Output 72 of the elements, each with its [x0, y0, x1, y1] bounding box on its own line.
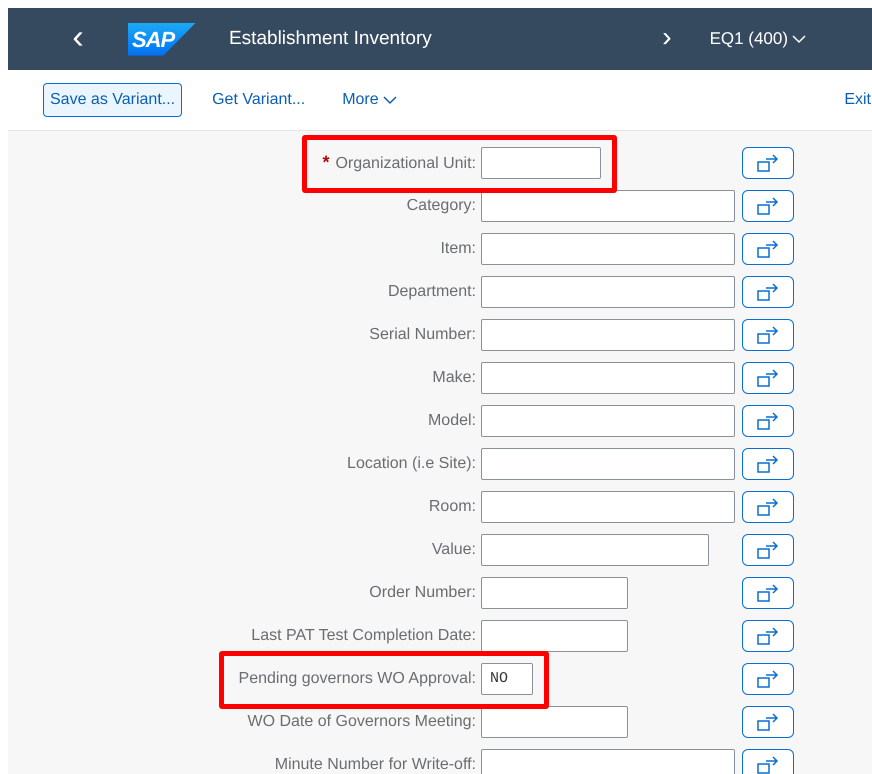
square-arrow-icon: [756, 754, 780, 774]
multiple-selection-button[interactable]: [742, 362, 794, 394]
save-variant-button[interactable]: Save as Variant...: [43, 83, 182, 117]
multiple-selection-button[interactable]: [742, 146, 794, 178]
square-arrow-icon: [756, 152, 780, 172]
more-menu[interactable]: More: [335, 83, 404, 117]
input-field[interactable]: [481, 232, 735, 264]
square-arrow-icon: [756, 454, 780, 474]
field-label: Location (i.e Site):: [347, 454, 476, 472]
get-variant-button[interactable]: Get Variant...: [205, 83, 312, 117]
multiple-selection-button[interactable]: [742, 318, 794, 350]
input-field[interactable]: NO: [481, 662, 533, 694]
field-label: Pending governors WO Approval:: [238, 670, 476, 688]
square-arrow-icon: [756, 712, 780, 732]
square-arrow-icon: [756, 368, 780, 388]
square-arrow-icon: [756, 410, 780, 430]
field-label: Make:: [432, 368, 476, 386]
input-field[interactable]: [481, 534, 709, 566]
input-field[interactable]: [481, 404, 735, 436]
field-label: Value:: [432, 540, 476, 558]
chevron-down-icon: [382, 96, 397, 104]
field-label: Model:: [428, 412, 476, 430]
multiple-selection-button[interactable]: [742, 448, 794, 480]
required-asterisk: *: [322, 152, 330, 173]
input-field[interactable]: [481, 448, 735, 480]
square-arrow-icon: [756, 496, 780, 516]
field-label: Organizational Unit:: [335, 155, 476, 173]
multiple-selection-button[interactable]: [742, 534, 794, 566]
field-label: Room:: [428, 498, 476, 516]
app-title: Establishment Inventory: [229, 28, 432, 50]
input-field[interactable]: [481, 318, 735, 350]
square-arrow-icon: [756, 196, 780, 216]
field-label: Serial Number:: [369, 326, 476, 344]
square-arrow-icon: [756, 540, 780, 560]
input-field[interactable]: [481, 190, 735, 222]
input-field[interactable]: [481, 706, 628, 738]
multiple-selection-button[interactable]: [742, 748, 794, 774]
multiple-selection-button[interactable]: [742, 232, 794, 264]
multiple-selection-button[interactable]: [742, 490, 794, 522]
multiple-selection-button[interactable]: [742, 404, 794, 436]
field-label: WO Date of Governors Meeting:: [247, 712, 476, 730]
input-field[interactable]: [481, 146, 601, 178]
multiple-selection-button[interactable]: [742, 276, 794, 308]
field-label: Minute Number for Write-off:: [274, 756, 476, 774]
input-field[interactable]: [481, 362, 735, 394]
field-label: Category:: [406, 196, 476, 214]
square-arrow-icon: [756, 626, 780, 646]
input-field[interactable]: [481, 490, 735, 522]
chevron-down-icon: [792, 34, 806, 44]
multiple-selection-button[interactable]: [742, 662, 794, 694]
square-arrow-icon: [756, 282, 780, 302]
forward-button[interactable]: ›: [662, 21, 672, 57]
field-label: Last PAT Test Completion Date:: [251, 626, 476, 644]
multiple-selection-button[interactable]: [742, 706, 794, 738]
input-field[interactable]: [481, 276, 735, 308]
square-arrow-icon: [756, 668, 780, 688]
back-button[interactable]: ‹: [66, 20, 90, 58]
square-arrow-icon: [756, 324, 780, 344]
logo: SAP: [128, 22, 196, 56]
input-field[interactable]: [481, 748, 735, 774]
exit-button[interactable]: Exit: [837, 83, 872, 117]
square-arrow-icon: [756, 238, 780, 258]
input-field[interactable]: [481, 620, 628, 652]
input-field[interactable]: [481, 576, 628, 608]
system-menu[interactable]: EQ1 (400): [710, 29, 806, 49]
multiple-selection-button[interactable]: [742, 620, 794, 652]
square-arrow-icon: [756, 582, 780, 602]
multiple-selection-button[interactable]: [742, 190, 794, 222]
multiple-selection-button[interactable]: [742, 576, 794, 608]
field-label: Item:: [440, 240, 476, 258]
field-label: Department:: [388, 282, 476, 300]
field-label: Order Number:: [369, 584, 476, 602]
